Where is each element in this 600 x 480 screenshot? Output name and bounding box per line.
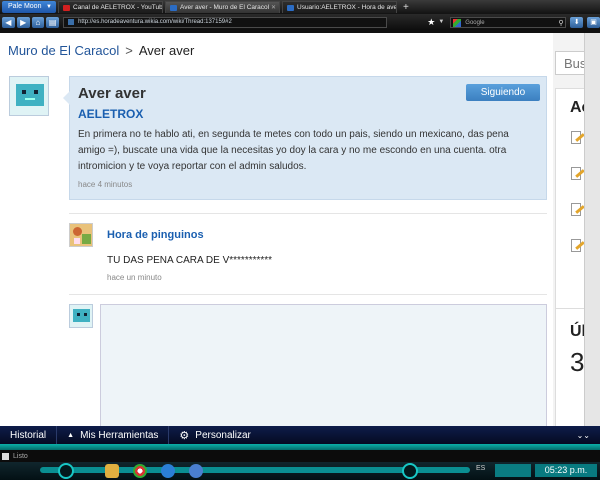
avatar-screen — [16, 84, 44, 106]
reply-editor[interactable] — [100, 304, 547, 426]
avatar-shape — [82, 234, 91, 244]
edit-icon — [571, 203, 585, 217]
youtube-icon — [63, 4, 70, 11]
edit-icon — [571, 167, 585, 181]
back-arrow-icon: ◀ — [5, 17, 12, 27]
chevron-down-icon[interactable]: ▼ — [438, 19, 444, 25]
my-tools-button[interactable]: ▲ Mis Herramientas — [57, 426, 170, 444]
breadcrumb: Muro de El Caracol > Aver aver — [8, 43, 194, 58]
thread-message: Aver aver Siguiendo AELETROX En primera … — [63, 76, 547, 200]
bookmark-icon: ▤ — [48, 17, 57, 27]
breadcrumb-current: Aver aver — [138, 43, 195, 58]
close-icon[interactable]: ✕ — [271, 2, 276, 13]
avatar-screen — [73, 309, 90, 322]
customize-button[interactable]: ⚙ Personalizar — [169, 426, 260, 444]
status-icon — [2, 452, 9, 460]
follow-button[interactable]: Siguiendo — [466, 84, 540, 101]
search-input[interactable]: Google ⚲ — [450, 16, 567, 29]
reply-timestamp[interactable]: hace un minuto — [107, 273, 162, 282]
avatar-eye — [77, 313, 80, 316]
url-bar[interactable]: http://es.horadeaventura.wikia.com/wiki/… — [63, 16, 388, 28]
window-button[interactable]: ▣ — [587, 16, 600, 28]
chrome-icon[interactable] — [133, 464, 147, 478]
back-button[interactable]: ◀ — [2, 16, 15, 28]
edit-icon — [571, 131, 585, 145]
star-icon[interactable]: ★ — [427, 17, 435, 28]
tab-bar: Pale Moon ▼ Canal de AELETROX - YouTube … — [0, 0, 600, 14]
history-label: Historial — [10, 429, 47, 441]
search-placeholder: Google — [465, 19, 485, 26]
status-bar: Listo — [0, 450, 600, 462]
wikia-icon — [287, 4, 294, 11]
status-text: Listo — [13, 452, 28, 460]
thread-title: Aver aver — [78, 85, 146, 102]
language-indicator[interactable]: ES — [476, 465, 485, 472]
search-icon[interactable]: ⚲ — [558, 18, 563, 29]
tab-youtube[interactable]: Canal de AELETROX - YouTube — [58, 1, 163, 13]
folder-icon[interactable] — [105, 464, 119, 478]
edit-icon — [571, 239, 585, 253]
site-identity-icon — [68, 19, 75, 25]
downloads-button[interactable]: ⬇ — [570, 16, 584, 28]
page-content: Muro de El Caracol > Aver aver Aver aver S… — [0, 33, 600, 426]
url-text: http://es.horadeaventura.wikia.com/wiki/… — [78, 18, 232, 25]
customize-label: Personalizar — [195, 429, 251, 441]
google-icon — [453, 18, 462, 27]
taskbar: ES 05:23 p.m. — [0, 462, 600, 480]
double-chevron-down-icon[interactable]: ⌄⌄ — [577, 431, 590, 440]
download-icon: ⬇ — [573, 19, 580, 26]
thread-timestamp[interactable]: hace 4 minutos — [78, 180, 132, 189]
avatar-eye — [22, 90, 26, 94]
divider — [69, 213, 547, 214]
chevron-down-icon: ▼ — [46, 4, 52, 10]
avatar-shape — [74, 238, 80, 244]
reply-author-link[interactable]: Hora de pinguinos — [107, 229, 204, 241]
avatar-eye — [84, 313, 87, 316]
window-icon: ▣ — [590, 19, 597, 26]
home-button[interactable]: ⌂ — [31, 16, 45, 28]
avatar-mouth — [25, 98, 35, 100]
avatar-shape — [73, 227, 82, 236]
tab-label: Usuario:AELETROX - Hora de avent... — [297, 3, 397, 11]
avatar[interactable] — [69, 223, 93, 247]
taskbar-knob[interactable] — [402, 463, 418, 479]
tab-thread[interactable]: Aver aver - Muro de El Caracol ✕ — [165, 1, 280, 13]
bookmarks-button[interactable]: ▤ — [46, 16, 60, 28]
forward-arrow-icon: ▶ — [20, 17, 27, 27]
app-menu-label: Pale Moon — [8, 3, 42, 10]
system-tray[interactable] — [495, 464, 531, 477]
my-tools-label: Mis Herramientas — [80, 429, 159, 441]
new-tab-button[interactable]: + — [403, 2, 409, 13]
ie-icon[interactable] — [161, 464, 175, 478]
navigation-bar: ◀ ▶ ⌂ ▤ http://es.horadeaventura.wikia.c… — [0, 14, 600, 30]
tab-label: Aver aver - Muro de El Caracol — [180, 3, 270, 11]
app-menu-button[interactable]: Pale Moon ▼ — [2, 1, 56, 13]
wikia-icon — [170, 4, 177, 11]
tab-user-page[interactable]: Usuario:AELETROX - Hora de avent... — [282, 1, 397, 13]
pale-moon-icon[interactable] — [189, 464, 203, 478]
start-orb[interactable] — [58, 463, 74, 479]
tab-label: Canal de AELETROX - YouTube — [73, 3, 163, 11]
clock[interactable]: 05:23 p.m. — [535, 464, 597, 477]
scrollbar[interactable] — [584, 33, 600, 426]
avatar-eye — [34, 90, 38, 94]
avatar — [69, 304, 93, 328]
thread-author-link[interactable]: AELETROX — [78, 107, 143, 121]
reply-body: TU DAS PENA CARA DE V*********** — [107, 255, 273, 266]
breadcrumb-separator: > — [125, 43, 133, 58]
caret-up-icon: ▲ — [67, 431, 75, 439]
home-icon: ⌂ — [35, 17, 41, 27]
avatar[interactable] — [9, 76, 49, 116]
gear-icon: ⚙ — [179, 429, 190, 442]
divider — [69, 294, 547, 295]
thread-body: En primera no te hablo ati, en segunda t… — [78, 129, 509, 172]
addon-bar: Historial ▲ Mis Herramientas ⚙ Personali… — [0, 426, 600, 444]
forward-button[interactable]: ▶ — [16, 16, 30, 28]
history-button[interactable]: Historial — [0, 426, 58, 444]
breadcrumb-parent-link[interactable]: Muro de El Caracol — [8, 43, 119, 58]
